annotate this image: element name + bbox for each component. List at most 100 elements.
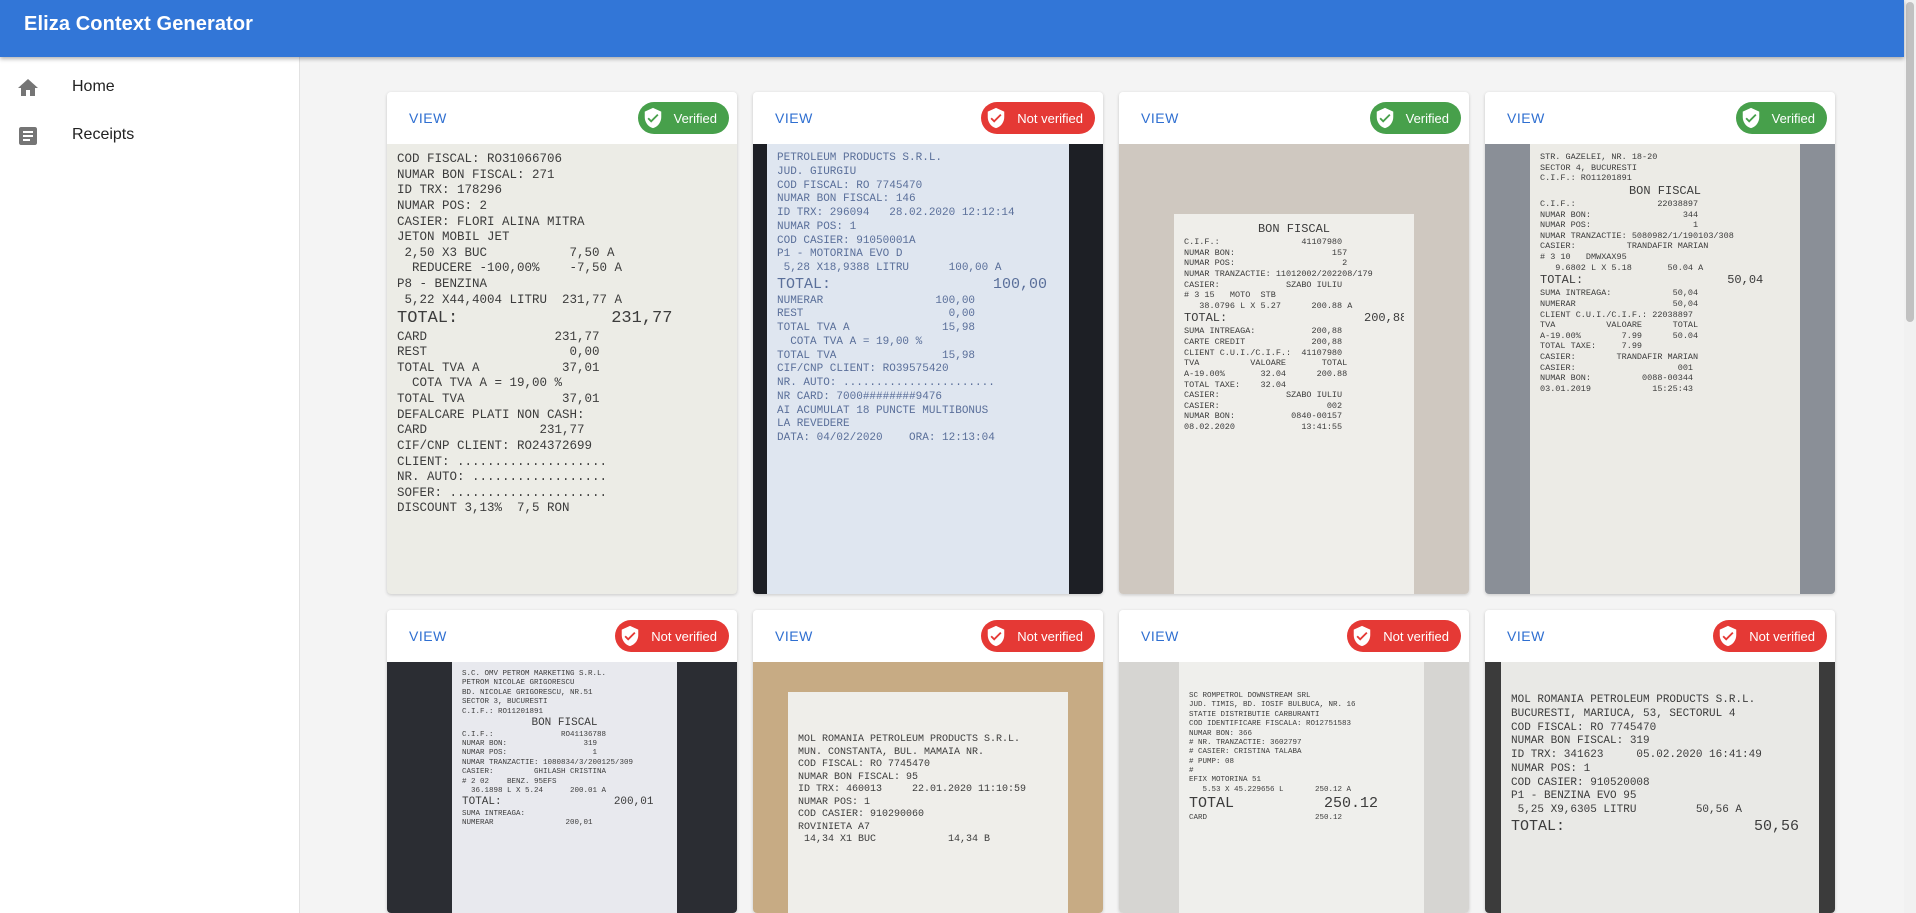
receipt-text-line: 9.6802 L X 5.18 50.04 A bbox=[1540, 262, 1704, 273]
view-button[interactable]: VIEW bbox=[775, 110, 813, 126]
status-label: Not verified bbox=[1749, 628, 1815, 644]
receipt-text-line: NUMAR BON: 0088-00344 bbox=[1540, 373, 1694, 384]
receipt-text-line: CIF/CNP CLIENT: RO39575420 bbox=[777, 363, 949, 376]
receipt-text-line: CLIENT C.U.I./C.I.F.: 41107980 bbox=[1184, 347, 1343, 358]
receipt-photo[interactable]: BON FISCAL C.I.F.: 41107980 NUMAR BON: 1… bbox=[1119, 144, 1469, 594]
receipt-text-line: # bbox=[1189, 767, 1194, 775]
receipt-text-line: ID TRX: 178296 bbox=[397, 183, 503, 198]
status-label: Verified bbox=[673, 110, 717, 126]
receipt-text-line: REST 0,00 bbox=[397, 345, 600, 360]
view-button[interactable]: VIEW bbox=[1507, 628, 1545, 644]
sidebar-item-receipts[interactable]: Receipts bbox=[0, 112, 299, 160]
status-label: Not verified bbox=[651, 628, 717, 644]
receipt-text-line: 5.53 X 45.229656 L 250.12 A bbox=[1189, 785, 1352, 794]
receipt-photo[interactable]: MOL ROMANIA PETROLEUM PRODUCTS S.R.L. MU… bbox=[753, 662, 1103, 913]
receipt-text-line: P1 - MOTORINA EVO D bbox=[777, 248, 903, 261]
receipt-text-line: # 3 15 MOTO STB bbox=[1184, 290, 1276, 301]
receipt-text-line: SECTOR 4, BUCURESTI bbox=[1540, 162, 1637, 173]
receipt-text-line: C.I.F.: RO41136788 bbox=[462, 730, 607, 739]
receipt-text-line: ID TRX: 341623 05.02.2020 16:41:49 bbox=[1511, 749, 1762, 761]
receipt-photo[interactable]: MOL ROMANIA PETROLEUM PRODUCTS S.R.L. BU… bbox=[1485, 662, 1835, 913]
receipt-text-line: CARTE CREDIT 200,88 bbox=[1184, 337, 1343, 347]
receipt-text-line: COD IDENTIFICARE FISCALA: RO12751583 bbox=[1189, 720, 1352, 729]
view-button[interactable]: VIEW bbox=[409, 628, 447, 644]
receipt-text-line: NUMAR POS: 1 bbox=[798, 796, 871, 808]
receipt-text-line: BON FISCAL bbox=[1257, 222, 1330, 236]
receipt-photo[interactable]: STR. GAZELEI, NR. 18-20 SECTOR 4, BUCURE… bbox=[1485, 144, 1835, 594]
receipt-card: VIEW Not verified PETROLEUM PRODUCTS S.R… bbox=[753, 92, 1103, 594]
receipt-card: VIEW Not verified MOL ROMANIA PETROLEUM … bbox=[753, 610, 1103, 913]
receipt-text-line: NUMAR POS: 1 bbox=[1540, 220, 1699, 231]
receipt-text-line: C.I.F.: RO11201891 bbox=[462, 707, 544, 716]
receipt-text-line: CASIER: 002 bbox=[1184, 400, 1343, 411]
receipt-photo[interactable]: PETROLEUM PRODUCTS S.R.L. JUD. GIURGIU C… bbox=[753, 144, 1103, 594]
view-button[interactable]: VIEW bbox=[775, 628, 813, 644]
receipt-text-line: NUMAR BON: 366 bbox=[1189, 729, 1253, 738]
receipt-card: VIEW Not verified SC ROMPETROL DOWNSTREA… bbox=[1119, 610, 1469, 913]
verified-shield-icon bbox=[1376, 107, 1393, 129]
receipt-text-line: NUMAR POS: 1 bbox=[777, 220, 857, 233]
receipt-text-line: P1 - BENZINA EVO 95 bbox=[1511, 790, 1637, 803]
status-badge: Not verified bbox=[615, 620, 729, 652]
receipt-text-line: C.I.F.: 41107980 bbox=[1184, 237, 1343, 247]
status-label: Verified bbox=[1405, 110, 1449, 126]
view-button[interactable]: VIEW bbox=[1507, 110, 1545, 126]
receipt-text-line: NUMAR POS: 1 bbox=[462, 749, 598, 758]
receipt-card: VIEW Not verified MOL ROMANIA PETROLEUM … bbox=[1485, 610, 1835, 913]
receipt-photo[interactable]: SC ROMPETROL DOWNSTREAM SRL JUD. TIMIS, … bbox=[1119, 662, 1469, 913]
receipt-text-line: TOTAL: 50,04 bbox=[1540, 273, 1764, 288]
receipt-text-line: CASIER: SZABO IULIU bbox=[1184, 279, 1343, 290]
receipt-photo[interactable]: COD FISCAL: RO31066706 NUMAR BON FISCAL:… bbox=[387, 144, 737, 594]
receipt-text-line: TOTAL TVA 15,98 bbox=[777, 349, 976, 362]
receipt-text-line: SUMA INTREAGA: 200,88 bbox=[1184, 326, 1343, 337]
receipt-text-line: P8 - BENZINA bbox=[397, 277, 488, 291]
receipt-text-line: CASIER: TRANDAFIR MARIAN bbox=[1540, 241, 1709, 252]
status-badge: Verified bbox=[1369, 102, 1461, 134]
sidebar: Home Receipts bbox=[0, 57, 300, 913]
receipt-text-line: TOTAL: 231,77 bbox=[397, 309, 673, 329]
receipt-text-line: SC ROMPETROL DOWNSTREAM SRL bbox=[1189, 692, 1311, 700]
receipt-text-line: CARD 231,77 bbox=[397, 329, 600, 344]
receipt-text-line: TOTAL: 200,01 bbox=[462, 796, 654, 809]
receipt-text-line: CLIENT: .................... bbox=[397, 454, 608, 469]
receipt-text-line: STR. GAZELEI, NR. 18-20 bbox=[1540, 152, 1658, 162]
view-button[interactable]: VIEW bbox=[1141, 110, 1179, 126]
status-badge: Not verified bbox=[981, 102, 1095, 134]
receipt-text-line: 38.0796 L X 5.27 200.88 A bbox=[1184, 300, 1353, 311]
receipt-text-line: NUMERAR 100,00 bbox=[777, 294, 976, 307]
shield-icon bbox=[988, 107, 1005, 129]
shield-icon bbox=[1720, 625, 1737, 647]
scrollbar-thumb[interactable] bbox=[1906, 2, 1914, 322]
receipt-text-line: TOTAL: 100,00 bbox=[777, 275, 1048, 293]
receipt-text-line: TVA VALOARE TOTAL bbox=[1184, 358, 1348, 369]
sidebar-item-home[interactable]: Home bbox=[0, 64, 299, 112]
receipt-text-line: COTA TVA A = 19,00 % bbox=[777, 335, 923, 348]
receipt-text-line: ID TRX: 296094 28.02.2020 12:12:14 bbox=[777, 207, 1015, 219]
receipt-text-line: LA REVEDERE bbox=[777, 418, 850, 431]
receipt-text-line: ROVINIETA A7 bbox=[798, 821, 871, 833]
receipt-text-line: CASIER: 001 bbox=[1540, 362, 1694, 373]
receipt-text-line: TVA VALOARE TOTAL bbox=[1540, 320, 1699, 331]
scrollbar[interactable] bbox=[1904, 0, 1916, 913]
receipt-text-line: NUMAR TRANZACTIE: 1080834/3/200125/309 bbox=[462, 758, 634, 767]
receipt-text-line: CARD 231,77 bbox=[397, 423, 585, 438]
receipt-text-line: COTA TVA A = 19,00 % bbox=[397, 376, 563, 391]
receipt-text-line: 5,28 X18,9388 LITRU 100,00 A bbox=[777, 262, 1002, 274]
receipt-list-icon bbox=[19, 127, 37, 145]
status-label: Verified bbox=[1771, 110, 1815, 126]
receipt-text-line: REDUCERE -100,00% -7,50 A bbox=[397, 261, 623, 276]
receipt-text-line: REST 0,00 bbox=[777, 308, 976, 321]
receipt-text-line: NR. AUTO: ....................... bbox=[777, 377, 995, 389]
status-badge: Verified bbox=[637, 102, 729, 134]
receipt-text-line: JETON MOBIL JET bbox=[397, 230, 510, 245]
receipt-photo[interactable]: S.C. OMV PETROM MARKETING S.R.L. PETROM … bbox=[387, 662, 737, 913]
receipt-text-line: MOL ROMANIA PETROLEUM PRODUCTS S.R.L. bbox=[798, 734, 1021, 745]
status-label: Not verified bbox=[1017, 628, 1083, 644]
receipt-text-line: NR. AUTO: .................. bbox=[397, 470, 608, 485]
view-button[interactable]: VIEW bbox=[409, 110, 447, 126]
receipt-text-line: DATA: 04/02/2020 ORA: 12:13:04 bbox=[777, 432, 995, 444]
receipt-text-line: TOTAL 250.12 bbox=[1189, 795, 1379, 813]
receipt-text-line: COD FISCAL: RO 7745470 bbox=[798, 759, 931, 770]
shield-icon bbox=[988, 625, 1005, 647]
view-button[interactable]: VIEW bbox=[1141, 628, 1179, 644]
